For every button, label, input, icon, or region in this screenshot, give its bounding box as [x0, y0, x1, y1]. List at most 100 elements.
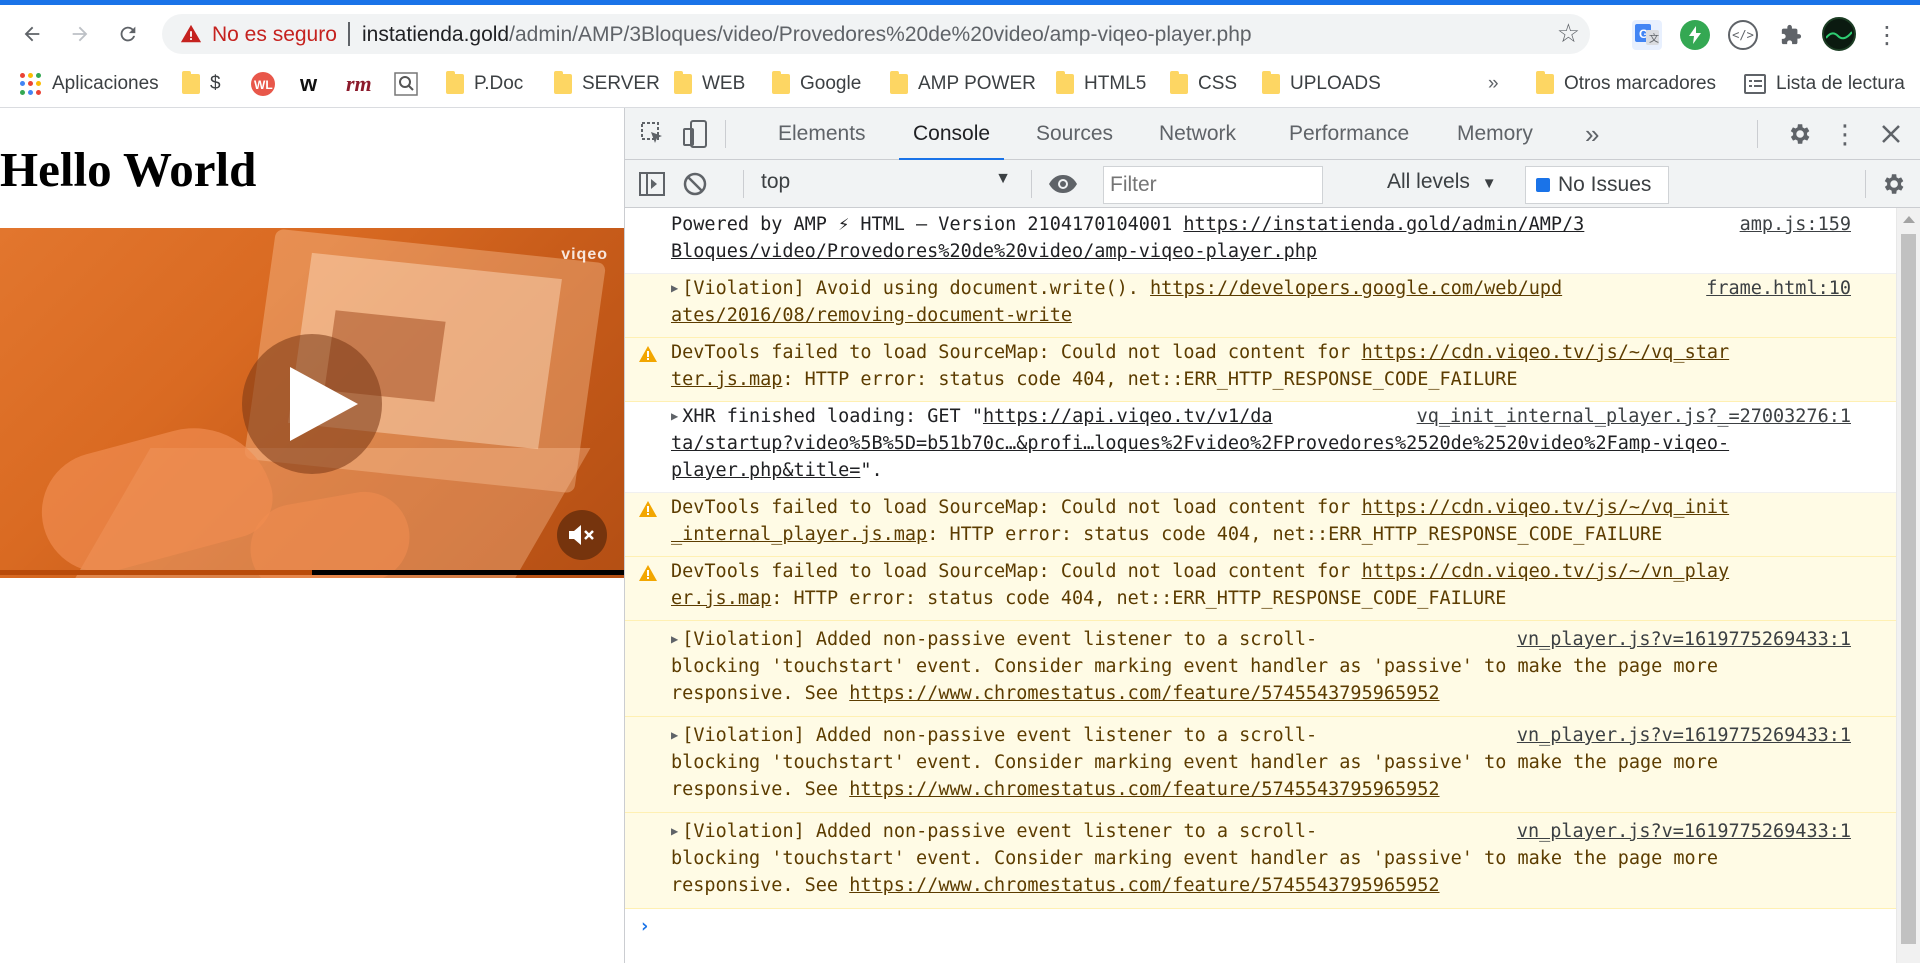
more-tabs-button[interactable]: »	[1585, 108, 1599, 160]
console-message-violation[interactable]: ▶ [Violation] Avoid using document.write(…	[625, 274, 1897, 338]
message-link[interactable]: https://www.chromestatus.com/feature/574…	[849, 683, 1439, 704]
code-extension-icon[interactable]: </>	[1728, 20, 1758, 50]
apps-icon	[20, 73, 42, 95]
expand-triangle-icon[interactable]: ▶	[671, 632, 678, 646]
message-link[interactable]: https://cdn.viqeo.tv/js/~/vq_star	[1362, 342, 1730, 363]
message-link[interactable]: https://developers.google.com/web/upd	[1150, 278, 1562, 299]
google-translate-icon[interactable]: G文	[1632, 20, 1662, 50]
address-bar[interactable]: No es seguro instatienda.gold/admin/AMP/…	[162, 14, 1590, 54]
clear-console-icon[interactable]	[681, 170, 709, 198]
message-link[interactable]: https://cdn.viqeo.tv/js/~/vq_init	[1362, 497, 1730, 518]
bookmark-apps[interactable]: Aplicaciones	[20, 67, 159, 101]
settings-gear-icon[interactable]	[1785, 120, 1813, 148]
message-link[interactable]: ta/startup?video%5B%5D=b51b70c…&profi…lo…	[671, 433, 1729, 454]
tab-console[interactable]: Console	[898, 108, 1005, 161]
lightning-extension-icon[interactable]	[1680, 20, 1710, 50]
reload-button[interactable]	[110, 16, 146, 52]
console-settings-gear-icon[interactable]	[1879, 170, 1907, 198]
inspect-element-icon[interactable]	[639, 120, 667, 148]
log-levels-dropdown[interactable]: All levels ▼	[1387, 170, 1497, 194]
console-filter-input[interactable]	[1103, 166, 1323, 204]
tab-performance[interactable]: Performance	[1289, 108, 1409, 160]
message-link[interactable]: ates/2016/08/removing-document-write	[671, 305, 1072, 326]
expand-triangle-icon[interactable]: ▶	[671, 409, 678, 423]
forward-button[interactable]	[62, 16, 98, 52]
bookmark-w[interactable]: w	[300, 67, 317, 101]
url-text[interactable]: instatienda.gold/admin/AMP/3Bloques/vide…	[362, 23, 1252, 47]
console-message-violation[interactable]: ▶ [Violation] Added non-passive event lis…	[625, 813, 1897, 909]
console-message-log[interactable]: ▶ XHR finished loading: GET "https://api.…	[625, 402, 1897, 493]
bookmark-reading-list[interactable]: Lista de lectura	[1744, 67, 1905, 101]
bookmark-star-icon[interactable]: ☆	[1557, 18, 1580, 49]
bookmarks-overflow-button[interactable]: »	[1488, 67, 1499, 101]
message-source-link[interactable]: amp.js:159	[1725, 211, 1851, 238]
not-secure-label[interactable]: No es seguro	[212, 23, 337, 47]
bookmark-amp-power[interactable]: AMP POWER	[890, 67, 1036, 101]
scrollbar-thumb[interactable]	[1901, 234, 1916, 944]
bookmark-css[interactable]: CSS	[1170, 67, 1237, 101]
tab-memory[interactable]: Memory	[1457, 108, 1533, 160]
bookmark-html5[interactable]: HTML5	[1056, 67, 1146, 101]
tab-sources[interactable]: Sources	[1036, 108, 1113, 160]
console-message-violation[interactable]: ▶ [Violation] Added non-passive event lis…	[625, 621, 1897, 717]
tab-elements[interactable]: Elements	[778, 108, 866, 160]
message-source-link[interactable]: frame.html:10	[1692, 275, 1851, 302]
expand-triangle-icon[interactable]: ▶	[671, 728, 678, 742]
bookmark-dollar[interactable]: $	[182, 67, 221, 101]
toolbar-separator	[1031, 170, 1032, 198]
issues-button[interactable]: No Issues	[1525, 166, 1669, 204]
bookmark-pdoc[interactable]: P.Doc	[446, 67, 523, 101]
bookmark-server[interactable]: SERVER	[554, 67, 660, 101]
tab-network[interactable]: Network	[1159, 108, 1236, 160]
puzzle-extensions-icon[interactable]	[1776, 20, 1806, 50]
browser-menu-icon[interactable]: ⋮	[1872, 20, 1902, 50]
message-link[interactable]: https://cdn.viqeo.tv/js/~/vn_play	[1362, 561, 1730, 582]
toolbar-separator	[1865, 170, 1866, 198]
message-link[interactable]: player.php&title=	[671, 460, 860, 481]
message-source-link[interactable]: vn_player.js?v=1619775269433:1	[1502, 626, 1851, 653]
bookmark-google[interactable]: Google	[772, 67, 861, 101]
message-link[interactable]: https://api.viqeo.tv/v1/da	[983, 406, 1273, 427]
message-link[interactable]: er.js.map	[671, 588, 771, 609]
console-scrollbar[interactable]	[1896, 208, 1920, 963]
context-selector[interactable]: top ▼	[761, 170, 1011, 200]
devtools-menu-icon[interactable]: ⋮	[1832, 119, 1858, 149]
search-box-icon	[394, 72, 418, 96]
message-link[interactable]: https://www.chromestatus.com/feature/574…	[849, 875, 1439, 896]
bookmark-search-tool[interactable]	[394, 67, 418, 101]
message-source-link[interactable]: vq_init_internal_player.js?_=27003276:1	[1402, 403, 1851, 430]
scroll-up-arrow-icon[interactable]	[1903, 216, 1915, 223]
console-message-violation[interactable]: ▶ [Violation] Added non-passive event lis…	[625, 717, 1897, 813]
close-icon[interactable]	[1877, 120, 1905, 148]
message-source-link[interactable]: vn_player.js?v=1619775269433:1	[1502, 818, 1851, 845]
message-link[interactable]: ter.js.map	[671, 369, 782, 390]
play-icon[interactable]	[242, 334, 382, 474]
video-player[interactable]: viqeo	[0, 228, 624, 578]
console-prompt-line[interactable]: ›	[625, 909, 1897, 949]
rm-icon: rm	[346, 71, 372, 96]
mute-button[interactable]	[557, 510, 607, 560]
video-progress-bar[interactable]	[0, 570, 624, 575]
expand-triangle-icon[interactable]: ▶	[671, 824, 678, 838]
message-source-link[interactable]: vn_player.js?v=1619775269433:1	[1502, 722, 1851, 749]
message-link[interactable]: _internal_player.js.map	[671, 524, 927, 545]
folder-icon	[446, 71, 464, 94]
device-toolbar-icon[interactable]	[681, 118, 709, 150]
profile-avatar[interactable]	[1822, 17, 1856, 51]
folder-icon	[1262, 71, 1280, 94]
bookmark-other[interactable]: Otros marcadores	[1536, 67, 1716, 101]
live-expression-eye-icon[interactable]	[1039, 170, 1087, 198]
sidebar-toggle-icon[interactable]	[637, 170, 667, 198]
back-button[interactable]	[14, 16, 50, 52]
bookmark-uploads[interactable]: UPLOADS	[1262, 67, 1381, 101]
message-link[interactable]: Bloques/video/Provedores%20de%20video/am…	[671, 241, 1317, 262]
message-link[interactable]: https://www.chromestatus.com/feature/574…	[849, 779, 1439, 800]
expand-triangle-icon[interactable]: ▶	[671, 281, 678, 295]
devtools-panel: Elements Console Sources Network Perform…	[624, 108, 1920, 963]
bookmark-rm[interactable]: rm	[346, 67, 372, 101]
message-text-segment: [Violation] Added non-passive event list…	[682, 821, 1318, 842]
bookmark-wl[interactable]: WL	[250, 67, 276, 101]
bookmark-web[interactable]: WEB	[674, 67, 745, 101]
console-message-log: Powered by AMP ⚡ HTML – Version 21041701…	[625, 208, 1897, 274]
message-link[interactable]: https://instatienda.gold/admin/AMP/3	[1183, 214, 1584, 235]
